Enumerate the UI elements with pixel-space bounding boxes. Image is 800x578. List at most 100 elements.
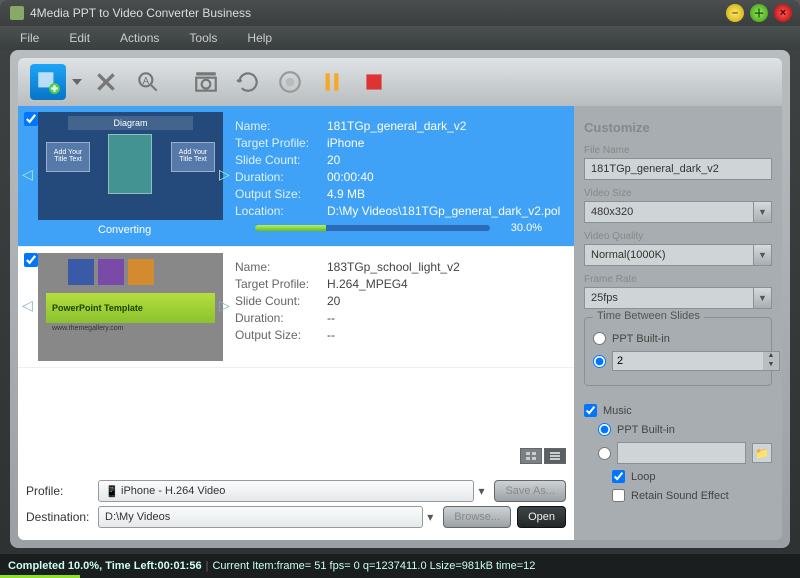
app-icon [10,6,24,20]
music-file-input[interactable] [617,442,746,464]
list-item[interactable]: ◁ PowerPoint Template www.themegallery.c… [18,247,574,368]
filename-label: File Name [584,145,772,156]
browse-button[interactable]: Browse... [443,506,511,528]
thumb-box: Add Your Title Text [46,142,90,172]
filename-input[interactable]: 181TGp_general_dark_v2 [584,158,772,180]
prev-slide-button[interactable]: ◁ [22,166,36,186]
retain-checkbox[interactable] [612,489,625,502]
titlebar[interactable]: 4Media PPT to Video Converter Business –… [0,0,800,26]
open-button[interactable]: Open [517,506,566,528]
customize-title: Customize [584,116,772,143]
menu-edit[interactable]: Edit [69,31,90,45]
chevron-down-icon[interactable]: ▼ [753,245,771,265]
thumbnail[interactable]: PowerPoint Template www.themegallery.com [38,253,223,361]
label-size: Output Size: [235,328,327,342]
status-completed: Completed 10.0%, Time Left:00:01:56 [8,560,202,572]
label-size: Output Size: [235,187,327,201]
minimize-button[interactable]: – [726,4,744,22]
label-name: Name: [235,260,327,274]
main-split: ◁ Diagram Add Your Title Text Add Your T… [18,106,782,540]
val-location: D:\My Videos\181TGp_general_dark_v2.pol [327,204,560,218]
val-duration: -- [327,311,335,325]
fps-select[interactable]: 25fps▼ [584,287,772,309]
label-location: Location: [235,204,327,218]
dest-dropdown-icon[interactable]: ▾ [423,510,437,524]
time-spinner[interactable]: ▲▼ [612,351,780,371]
menu-help[interactable]: Help [247,31,272,45]
label-slides: Slide Count: [235,153,327,167]
pause-button[interactable] [314,64,350,100]
loop-checkbox[interactable] [612,470,625,483]
next-slide-button[interactable]: ▷ [219,297,233,317]
dropdown-icon[interactable] [72,76,82,88]
time-group-title: Time Between Slides [593,310,704,322]
item-details: Name:181TGp_general_dark_v2 Target Profi… [223,106,574,246]
thumbnail[interactable]: Diagram Add Your Title Text Add Your Tit… [38,112,223,220]
label-duration: Duration: [235,311,327,325]
menu-actions[interactable]: Actions [120,31,159,45]
thumbnail-wrap: ◁ PowerPoint Template www.themegallery.c… [18,247,223,367]
chevron-down-icon[interactable]: ▼ [753,288,771,308]
item-checkbox[interactable] [24,253,38,267]
prev-slide-button[interactable]: ◁ [22,297,36,317]
app-window: 4Media PPT to Video Converter Business –… [0,0,800,578]
statusbar: Completed 10.0%, Time Left:00:01:56 | Cu… [0,554,800,578]
profile-dropdown-icon[interactable]: ▾ [474,484,488,498]
val-slides: 20 [327,294,340,308]
browse-music-button[interactable]: 📁 [752,443,772,463]
item-checkbox[interactable] [24,112,38,126]
label-profile: Target Profile: [235,277,327,291]
grid-view-button[interactable] [520,448,542,464]
save-as-button[interactable]: Save As... [494,480,566,502]
time-value[interactable] [613,355,763,367]
add-button[interactable] [30,64,66,100]
list-item[interactable]: ◁ Diagram Add Your Title Text Add Your T… [18,106,574,247]
time-builtin-radio[interactable] [593,332,606,345]
status-current: Current Item:frame= 51 fps= 0 q=1237411.… [212,560,535,572]
val-profile: iPhone [327,136,364,150]
label-duration: Duration: [235,170,327,184]
dest-label: Destination: [26,510,98,524]
menu-tools[interactable]: Tools [189,31,217,45]
val-size: 4.9 MB [327,187,365,201]
music-builtin-radio[interactable] [598,423,611,436]
menubar: File Edit Actions Tools Help [0,26,800,50]
val-duration: 00:00:40 [327,170,374,184]
capture-button[interactable] [188,64,224,100]
quality-select[interactable]: Normal(1000K)▼ [584,244,772,266]
item-progress: 30.0% [255,222,542,234]
spin-down[interactable]: ▼ [763,361,779,370]
toolbar: A [18,58,782,106]
stop-button[interactable] [356,64,392,100]
label-name: Name: [235,119,327,133]
menu-file[interactable]: File [20,31,39,45]
val-size: -- [327,328,335,342]
delete-button[interactable] [88,64,124,100]
val-name: 183TGp_school_light_v2 [327,260,460,274]
content-area: A ◁ Diagram Add Your Title Text [10,50,790,548]
thumbnail-wrap: ◁ Diagram Add Your Title Text Add Your T… [18,106,223,246]
time-custom-radio[interactable] [593,355,606,368]
app-title: 4Media PPT to Video Converter Business [30,6,251,20]
device-icon: 📱 [105,485,117,497]
record-button[interactable] [272,64,308,100]
spin-up[interactable]: ▲ [763,352,779,361]
refresh-button[interactable] [230,64,266,100]
close-button[interactable]: × [774,4,792,22]
profile-select[interactable]: 📱 iPhone - H.264 Video [98,480,474,502]
list-view-button[interactable] [544,448,566,464]
dest-input[interactable]: D:\My Videos [98,506,423,528]
search-button[interactable]: A [130,64,166,100]
label-profile: Target Profile: [235,136,327,150]
maximize-button[interactable]: ＋ [750,4,768,22]
music-checkbox[interactable] [584,404,597,417]
view-toggle [18,444,574,468]
progress-pct: 30.0% [498,222,542,234]
fps-label: Frame Rate [584,274,772,285]
chevron-down-icon[interactable]: ▼ [753,202,771,222]
music-group: Music PPT Built-in 📁 Loop Retain Sound E… [584,394,772,512]
size-select[interactable]: 480x320▼ [584,201,772,223]
val-name: 181TGp_general_dark_v2 [327,119,466,133]
next-slide-button[interactable]: ▷ [219,166,233,186]
music-custom-radio[interactable] [598,447,611,460]
